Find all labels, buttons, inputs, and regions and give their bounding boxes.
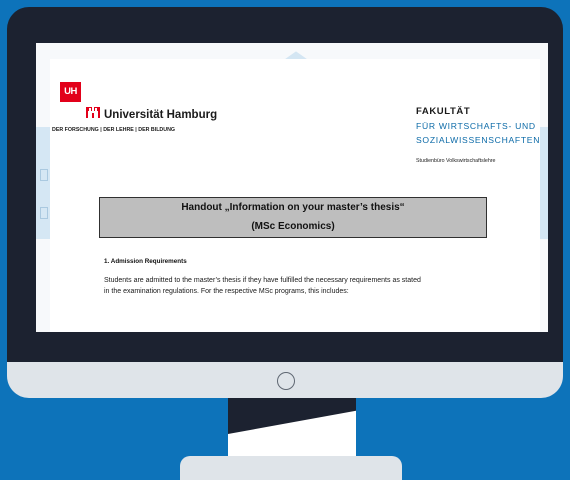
body-text-line: Students are admitted to the master’s th… xyxy=(104,277,421,284)
faculty-title: FAKULTÄT xyxy=(416,106,471,117)
power-button-icon xyxy=(277,372,295,390)
monitor-screen: UH Universität Hamburg DER FORSCHUNG | D… xyxy=(36,43,548,332)
faculty-subtitle-line2: SOZIALWISSENSCHAFTEN xyxy=(416,135,541,145)
handout-title-box: Handout „Information on your master’s th… xyxy=(99,197,487,238)
document-page: UH Universität Hamburg DER FORSCHUNG | D… xyxy=(50,59,540,332)
section-heading: 1. Admission Requirements xyxy=(104,258,187,265)
body-text-line: in the examination regulations. For the … xyxy=(104,288,349,295)
window-icon xyxy=(40,169,48,181)
handout-subtitle: (MSc Economics) xyxy=(251,221,335,232)
faculty-office: Studienbüro Volkswirtschaftslehre xyxy=(416,158,496,164)
window-icon xyxy=(40,207,48,219)
hamburg-crest-icon xyxy=(86,107,100,118)
monitor-stand-neck xyxy=(228,398,356,456)
faculty-subtitle-line1: FÜR WIRTSCHAFTS- UND xyxy=(416,121,536,131)
university-name: Universität Hamburg xyxy=(104,109,218,121)
stand-highlight xyxy=(228,410,356,456)
handout-title: Handout „Information on your master’s th… xyxy=(181,202,405,213)
uhh-logo-mark: UH xyxy=(60,82,81,102)
university-tagline: DER FORSCHUNG | DER LEHRE | DER BILDUNG xyxy=(52,127,176,133)
monitor-stand-base xyxy=(180,456,402,480)
